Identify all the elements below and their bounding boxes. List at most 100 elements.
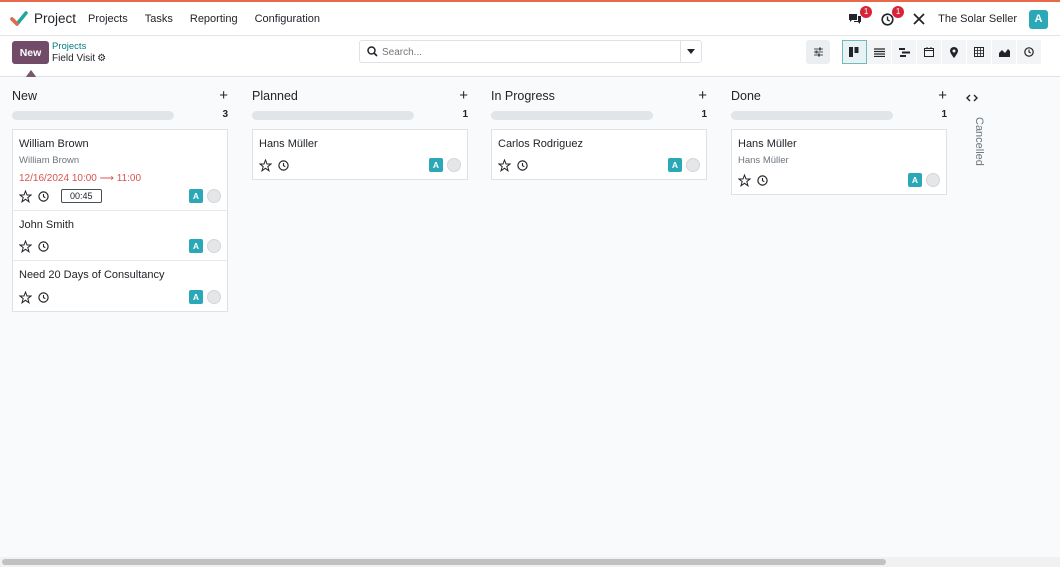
new-button[interactable]: New bbox=[12, 41, 49, 64]
company-switcher[interactable]: The Solar Seller bbox=[938, 13, 1017, 25]
assignee-avatar[interactable]: A bbox=[189, 189, 203, 203]
task-card[interactable]: Need 20 Days of Consultancy A bbox=[13, 261, 227, 311]
add-card-plus-icon[interactable]: + bbox=[219, 87, 228, 104]
user-avatar[interactable]: A bbox=[1029, 9, 1048, 29]
menu-item-projects[interactable]: Projects bbox=[88, 13, 128, 25]
breadcrumb-projects[interactable]: Projects bbox=[52, 41, 86, 52]
task-card-assignees: A bbox=[908, 173, 940, 187]
task-card-actions bbox=[19, 291, 49, 304]
activities-badge: 1 bbox=[892, 6, 905, 18]
task-card[interactable]: Hans Müller A bbox=[253, 130, 467, 179]
star-icon[interactable] bbox=[19, 240, 32, 253]
star-icon[interactable] bbox=[19, 189, 32, 203]
list-view-button[interactable] bbox=[867, 40, 892, 64]
menu-item-reporting[interactable]: Reporting bbox=[190, 13, 238, 25]
kanban-state-circle[interactable] bbox=[207, 189, 221, 203]
task-card[interactable]: John Smith A bbox=[13, 211, 227, 261]
activity-clock-icon[interactable] bbox=[517, 160, 528, 171]
pivot-table-icon bbox=[974, 47, 984, 57]
task-card[interactable]: William Brown William Brown 12/16/2024 1… bbox=[13, 130, 227, 211]
star-icon[interactable] bbox=[19, 291, 32, 304]
top-navbar: Project Projects Tasks Reporting Configu… bbox=[0, 0, 1060, 36]
debug-tools-icon bbox=[913, 13, 925, 25]
horizontal-scrollbar[interactable] bbox=[0, 557, 1060, 567]
assignee-avatar[interactable]: A bbox=[668, 158, 682, 172]
view-switcher bbox=[842, 40, 1042, 64]
add-card-plus-icon[interactable]: + bbox=[938, 87, 947, 104]
search-bar bbox=[359, 40, 702, 63]
task-card-actions bbox=[259, 159, 289, 172]
search-icon bbox=[367, 46, 378, 57]
add-card-plus-icon[interactable]: + bbox=[459, 87, 468, 104]
sliders-icon bbox=[813, 47, 823, 57]
column-header: In Progress + bbox=[491, 87, 707, 104]
menu-item-configuration[interactable]: Configuration bbox=[255, 13, 320, 25]
activity-view-button[interactable] bbox=[1017, 40, 1042, 64]
column-count: 1 bbox=[701, 109, 707, 120]
folded-column-cancelled[interactable]: Cancelled bbox=[959, 117, 985, 177]
column-header: Planned + bbox=[252, 87, 468, 104]
kanban-state-circle[interactable] bbox=[447, 158, 461, 172]
kanban-board: New + 3 William Brown William Brown 12/1… bbox=[0, 77, 1060, 567]
task-customer: William Brown bbox=[19, 155, 80, 166]
kanban-state-circle[interactable] bbox=[686, 158, 700, 172]
messages-button[interactable]: 1 bbox=[844, 6, 873, 28]
task-title: Hans Müller bbox=[738, 138, 797, 150]
star-icon[interactable] bbox=[259, 159, 272, 172]
unfold-column-icon[interactable] bbox=[966, 93, 978, 103]
search-options-toggle[interactable] bbox=[680, 41, 701, 62]
assignee-avatar[interactable]: A bbox=[189, 239, 203, 253]
star-icon[interactable] bbox=[498, 159, 511, 172]
column-progress-bar[interactable] bbox=[252, 111, 414, 120]
activity-clock-icon[interactable] bbox=[38, 292, 49, 303]
scrollbar-thumb[interactable] bbox=[2, 559, 886, 565]
assignee-avatar[interactable]: A bbox=[429, 158, 443, 172]
column-cards: Carlos Rodriguez A bbox=[491, 129, 707, 180]
assignee-avatar[interactable]: A bbox=[189, 290, 203, 304]
activity-clock-icon[interactable] bbox=[757, 175, 768, 186]
activities-button[interactable]: 1 bbox=[876, 6, 905, 28]
column-progress-bar[interactable] bbox=[731, 111, 893, 120]
task-card[interactable]: Carlos Rodriguez A bbox=[492, 130, 706, 179]
map-view-button[interactable] bbox=[942, 40, 967, 64]
task-card-assignees: A bbox=[189, 189, 221, 203]
arrow-right-icon: ⟶ bbox=[99, 173, 114, 184]
gantt-view-button[interactable] bbox=[892, 40, 917, 64]
calendar-icon bbox=[924, 47, 934, 57]
column-progress-bar[interactable] bbox=[12, 111, 174, 120]
list-icon bbox=[873, 47, 885, 57]
column-count: 1 bbox=[941, 109, 947, 120]
caret-down-icon bbox=[687, 49, 695, 54]
clock-icon bbox=[1024, 47, 1034, 57]
column-header: Done + bbox=[731, 87, 947, 104]
column-cards: Hans Müller A bbox=[252, 129, 468, 180]
activity-clock-icon[interactable] bbox=[38, 190, 49, 202]
add-card-plus-icon[interactable]: + bbox=[698, 87, 707, 104]
gear-icon[interactable]: ⚙ bbox=[97, 53, 106, 64]
search-input[interactable] bbox=[382, 44, 672, 60]
kanban-state-circle[interactable] bbox=[926, 173, 940, 187]
filter-settings-button[interactable] bbox=[806, 40, 830, 64]
assignee-avatar[interactable]: A bbox=[908, 173, 922, 187]
task-title: John Smith bbox=[19, 219, 75, 231]
activity-clock-icon[interactable] bbox=[38, 241, 49, 252]
kanban-view-button[interactable] bbox=[842, 40, 867, 64]
star-icon[interactable] bbox=[738, 174, 751, 187]
task-card-assignees: A bbox=[189, 239, 221, 253]
task-date-start: 12/16/2024 10:00 bbox=[19, 173, 97, 184]
graph-view-button[interactable] bbox=[992, 40, 1017, 64]
task-title: Need 20 Days of Consultancy bbox=[19, 269, 165, 281]
activity-clock-icon[interactable] bbox=[278, 160, 289, 171]
menu-item-tasks[interactable]: Tasks bbox=[145, 13, 173, 25]
kanban-state-circle[interactable] bbox=[207, 239, 221, 253]
timer-field[interactable]: 00:45 bbox=[61, 189, 102, 203]
debug-tools-button[interactable] bbox=[908, 10, 930, 28]
kanban-state-circle[interactable] bbox=[207, 290, 221, 304]
task-card[interactable]: Hans Müller Hans Müller A bbox=[732, 130, 946, 194]
column-progress-bar[interactable] bbox=[491, 111, 653, 120]
pivot-view-button[interactable] bbox=[967, 40, 992, 64]
app-name[interactable]: Project bbox=[34, 11, 76, 26]
calendar-view-button[interactable] bbox=[917, 40, 942, 64]
project-app-logo-icon[interactable] bbox=[10, 10, 28, 28]
task-card-actions bbox=[19, 240, 49, 253]
